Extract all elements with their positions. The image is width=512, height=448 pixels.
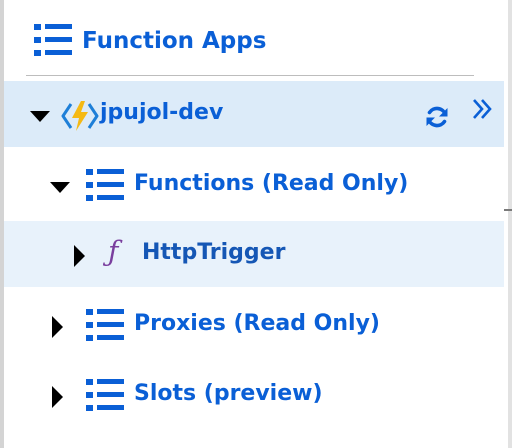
tree-item-functions[interactable]: Functions (Read Only) bbox=[4, 152, 504, 218]
function-app-label: jpujol-dev bbox=[100, 100, 224, 125]
slots-label: Slots (preview) bbox=[134, 381, 323, 406]
refresh-icon[interactable] bbox=[424, 104, 450, 130]
chevron-down-icon[interactable] bbox=[30, 111, 50, 123]
chevron-right-icon[interactable] bbox=[52, 316, 64, 338]
function-app-icon bbox=[61, 101, 99, 131]
list-icon bbox=[86, 169, 124, 201]
list-icon bbox=[86, 309, 124, 341]
chevron-right-icon[interactable] bbox=[74, 245, 86, 267]
proxies-label: Proxies (Read Only) bbox=[134, 311, 380, 336]
splitter-handle[interactable] bbox=[504, 209, 512, 211]
chevron-right-icon[interactable] bbox=[52, 386, 64, 408]
header-divider bbox=[26, 75, 474, 76]
function-apps-panel: Function Apps jpujol-dev Functions (Read… bbox=[0, 0, 512, 448]
right-border bbox=[508, 0, 512, 448]
functions-label: Functions (Read Only) bbox=[134, 171, 409, 196]
tree-item-function-app[interactable]: jpujol-dev bbox=[4, 81, 504, 147]
panel-header: Function Apps bbox=[0, 0, 508, 80]
double-chevron-right-icon[interactable] bbox=[470, 97, 494, 121]
tree-item-proxies[interactable]: Proxies (Read Only) bbox=[4, 292, 504, 358]
chevron-down-icon[interactable] bbox=[50, 182, 70, 194]
tree-item-slots[interactable]: Slots (preview) bbox=[4, 362, 504, 428]
list-icon bbox=[34, 24, 72, 56]
tree-item-http-trigger[interactable]: ƒ HttpTrigger bbox=[4, 221, 504, 287]
panel-title: Function Apps bbox=[82, 28, 267, 54]
function-icon: ƒ bbox=[108, 235, 119, 268]
http-trigger-label: HttpTrigger bbox=[142, 240, 286, 265]
list-icon bbox=[86, 379, 124, 411]
